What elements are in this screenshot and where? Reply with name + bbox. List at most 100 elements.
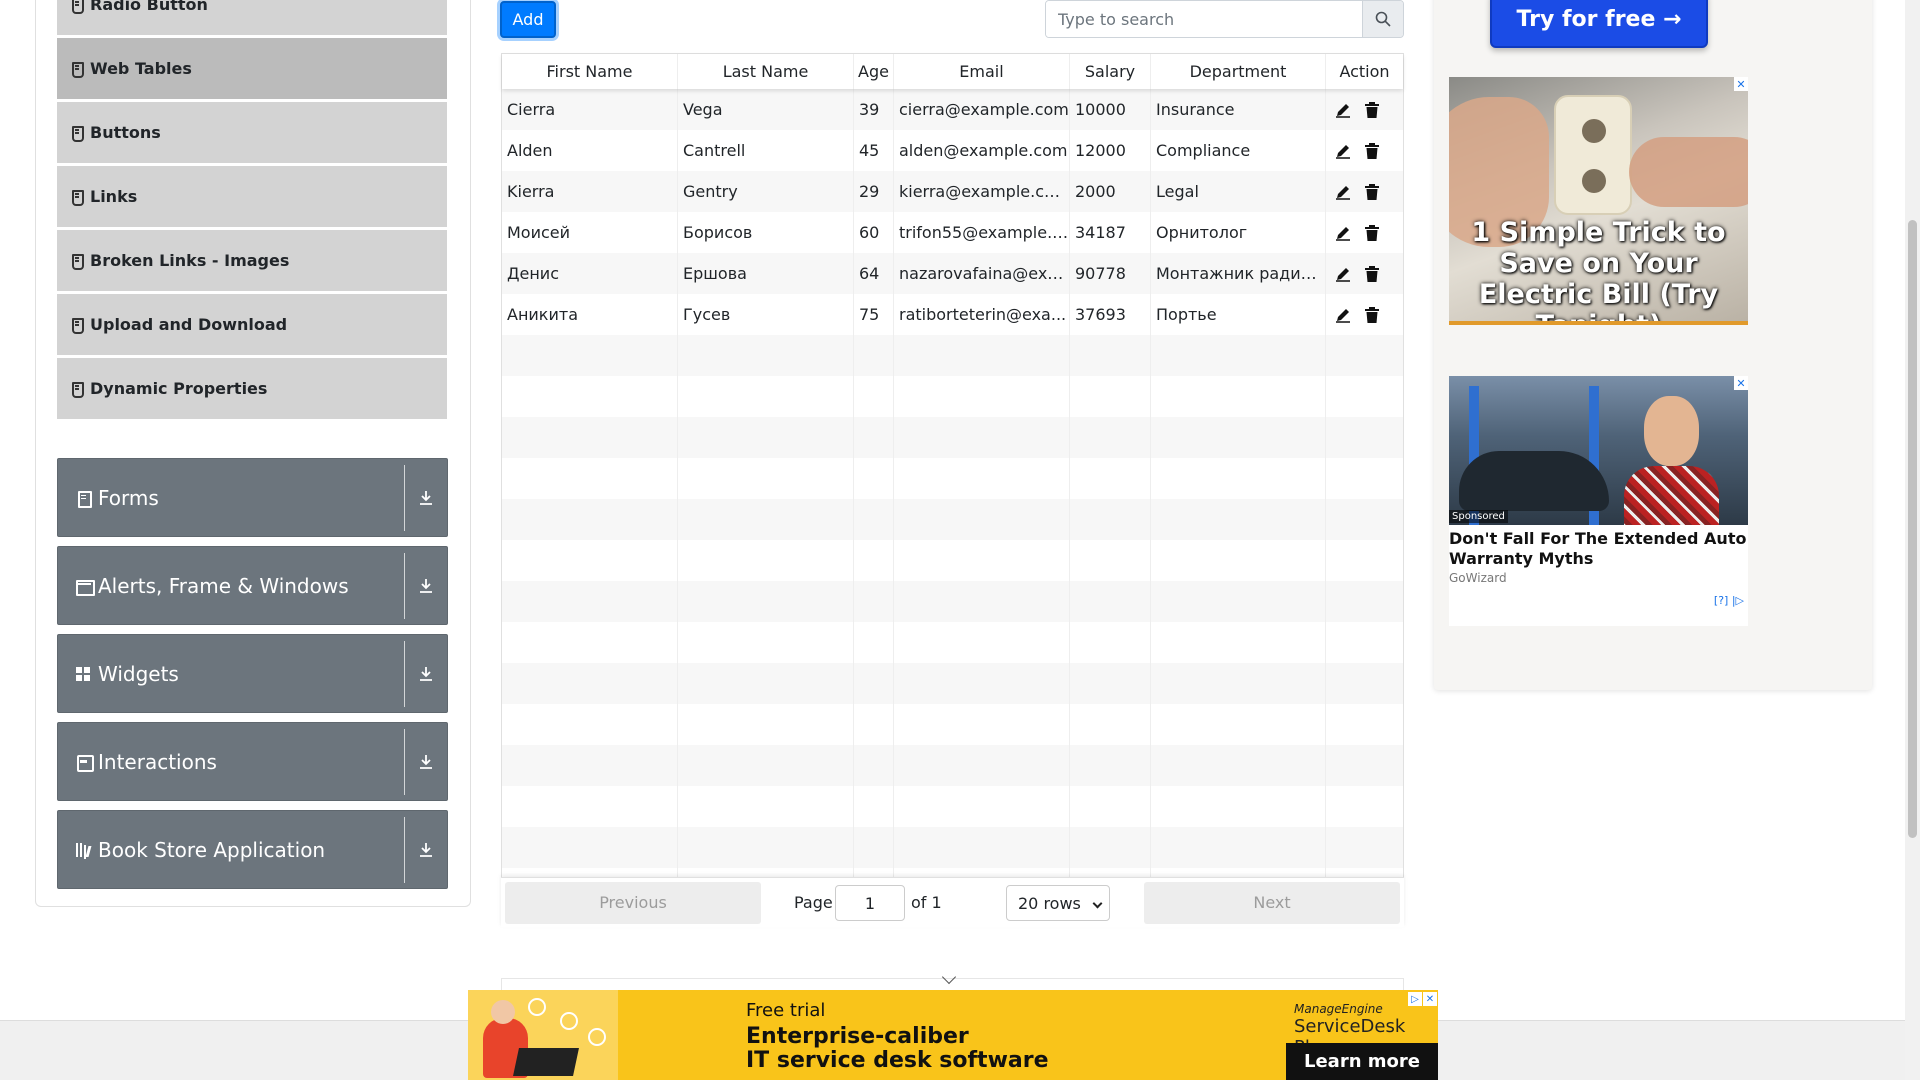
table-row (502, 704, 1403, 745)
sidebar-group-interactions[interactable]: Interactions (57, 722, 448, 801)
sidebar-item-web-tables[interactable]: Web Tables (57, 38, 447, 99)
cell-department (1151, 663, 1326, 704)
cell-email: ratiborteterin@exa... (894, 294, 1070, 335)
sidebar-item-dynamic-properties[interactable]: Dynamic Properties (57, 358, 447, 419)
cell-first-name (502, 622, 678, 663)
delete-icon[interactable] (1365, 101, 1379, 118)
edit-icon[interactable] (1335, 266, 1351, 282)
table-row (502, 581, 1403, 622)
column-header-department[interactable]: Department (1151, 54, 1326, 89)
table-body: Cierra Vega 39 cierra@example.com 10000 Insur… (502, 89, 1403, 909)
cell-age (854, 745, 894, 786)
page-number-input[interactable]: 1 (835, 885, 905, 921)
cell-age (854, 540, 894, 581)
cell-age-text: 45 (859, 141, 880, 160)
cell-department: Портье (1151, 294, 1326, 335)
ad-image: Sponsored (1449, 376, 1748, 525)
column-header-email[interactable]: Email (894, 54, 1070, 89)
column-header-age[interactable]: Age (854, 54, 894, 89)
cell-salary (1070, 417, 1151, 458)
table-row (502, 376, 1403, 417)
edit-icon[interactable] (1335, 225, 1351, 241)
sidebar-group-widgets[interactable]: Widgets (57, 634, 448, 713)
delete-icon[interactable] (1365, 265, 1379, 282)
cell-action (1326, 622, 1403, 663)
scrollbar[interactable] (1905, 0, 1920, 1080)
add-button[interactable]: Add (500, 1, 556, 38)
table-row (502, 827, 1403, 868)
sidebar-group-book-store[interactable]: Book Store Application (57, 810, 448, 889)
cell-first-name-text: Kierra (507, 182, 555, 201)
learn-more-button[interactable]: Learn more (1286, 1043, 1438, 1080)
sidebar-item-label: Upload and Download (90, 315, 288, 334)
table-row (502, 335, 1403, 376)
close-icon[interactable]: ✕ (1734, 376, 1748, 390)
delete-icon[interactable] (1365, 183, 1379, 200)
bottom-banner-ad[interactable]: Free trial Enterprise-caliber IT service… (468, 990, 1438, 1080)
delete-icon[interactable] (1365, 224, 1379, 241)
delete-icon[interactable] (1365, 306, 1379, 323)
sidebar-group-forms[interactable]: Forms (57, 458, 448, 537)
cell-first-name-text: Аникита (507, 305, 578, 324)
close-icon[interactable]: ✕ (1734, 77, 1748, 91)
adchoices-icon[interactable]: ▷ (1408, 992, 1422, 1006)
cell-email (894, 622, 1070, 663)
hand-image (1629, 137, 1748, 207)
adchoices-icon[interactable]: [?] |▷ (1714, 594, 1744, 607)
scrollbar-thumb[interactable] (1908, 220, 1917, 838)
sidebar-item-upload-download[interactable]: Upload and Download (57, 294, 447, 355)
cell-age-text: 39 (859, 100, 880, 119)
cell-last-name (678, 663, 854, 704)
cell-salary (1070, 376, 1151, 417)
cell-first-name: Kierra (502, 171, 678, 212)
sidebar-item-radio-button[interactable]: Radio Button (57, 0, 447, 35)
delete-icon[interactable] (1365, 142, 1379, 159)
chevron-down-icon (1092, 898, 1103, 909)
group-label: Widgets (98, 661, 179, 686)
cell-action (1326, 171, 1403, 212)
column-header-action: Action (1339, 62, 1390, 81)
cell-age (854, 417, 894, 458)
ad-electric-bill[interactable]: 1 Simple Trick to Save on Your Electric … (1449, 77, 1748, 325)
rows-per-page-select[interactable]: 20 rows (1006, 885, 1110, 921)
previous-button[interactable]: Previous (505, 881, 761, 924)
try-for-free-button[interactable]: Try for free → (1490, 0, 1708, 48)
cell-email: cierra@example.com (894, 89, 1070, 130)
cell-email: kierra@example.com (894, 171, 1070, 212)
cell-email (894, 458, 1070, 499)
column-header-salary[interactable]: Salary (1070, 54, 1151, 89)
table-header: First Name Last Name Age Email Salary De… (502, 54, 1403, 89)
edit-icon[interactable] (1335, 184, 1351, 200)
rows-per-page-value: 20 rows (1018, 893, 1081, 913)
close-icon[interactable]: ✕ (1423, 992, 1437, 1006)
cell-age (854, 499, 894, 540)
car-image (1459, 451, 1609, 511)
sidebar-item-links[interactable]: Links (57, 166, 447, 227)
cell-email (894, 540, 1070, 581)
outlet-image (1554, 95, 1632, 215)
cell-salary (1070, 827, 1151, 868)
cell-department (1151, 704, 1326, 745)
sidebar-group-alerts[interactable]: Alerts, Frame & Windows (57, 546, 448, 625)
cell-department: Insurance (1151, 89, 1326, 130)
table-row: Kierra Gentry 29 kierra@example.com 2000 Lega… (502, 171, 1403, 212)
column-header-first-name[interactable]: First Name (502, 54, 678, 89)
ad-source: GoWizard (1449, 571, 1507, 585)
next-button[interactable]: Next (1144, 881, 1400, 924)
pagination: Previous Page 1 of 1 20 rows Next (501, 877, 1404, 927)
edit-icon[interactable] (1335, 307, 1351, 323)
cell-first-name (502, 827, 678, 868)
column-header-last-name[interactable]: Last Name (678, 54, 854, 89)
ad-auto-warranty[interactable]: Sponsored ✕ Don't Fall For The Extended … (1449, 376, 1748, 626)
search-button[interactable] (1362, 1, 1403, 37)
cell-department (1151, 540, 1326, 581)
cell-department (1151, 499, 1326, 540)
sidebar-item-broken-links[interactable]: Broken Links - Images (57, 230, 447, 291)
cell-first-name: Alden (502, 130, 678, 171)
search-input[interactable] (1046, 1, 1362, 37)
sidebar-item-buttons[interactable]: Buttons (57, 102, 447, 163)
cell-first-name (502, 499, 678, 540)
edit-icon[interactable] (1335, 143, 1351, 159)
edit-icon[interactable] (1335, 102, 1351, 118)
cell-department (1151, 827, 1326, 868)
